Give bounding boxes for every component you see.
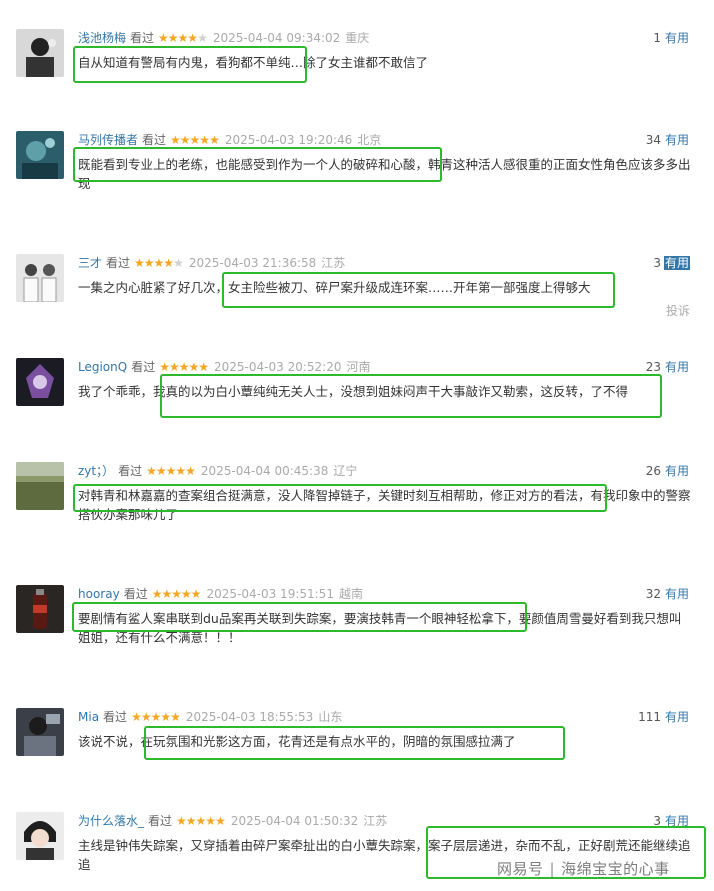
comment-time: 2025-04-03 20:52:20	[214, 360, 342, 374]
comment-location: 江苏	[363, 814, 388, 828]
watched-label: 看过	[130, 31, 155, 45]
avatar[interactable]	[16, 585, 64, 633]
rating-stars: ★★★★★	[131, 710, 181, 724]
comment-time: 2025-04-03 18:55:53	[185, 710, 314, 724]
highlight-box	[160, 374, 662, 418]
watched-label: 看过	[118, 464, 143, 478]
report-link[interactable]: 投诉	[666, 302, 690, 319]
avatar[interactable]	[16, 812, 64, 860]
highlight-box	[73, 484, 607, 512]
watermark-author: 海绵宝宝的心事	[561, 860, 670, 878]
avatar[interactable]	[16, 254, 64, 302]
comment-location: 北京	[357, 133, 382, 147]
username-link[interactable]: 为什么落水_	[78, 814, 144, 828]
rating-stars: ★★★★★	[176, 814, 226, 828]
rating-stars: ★★★★★	[170, 133, 220, 147]
username-link[interactable]: 三才	[78, 256, 102, 270]
rating-stars: ★★★★★	[146, 464, 196, 478]
avatar[interactable]	[16, 29, 64, 77]
watched-label: 看过	[131, 360, 156, 374]
useful-count: 26	[645, 464, 661, 478]
avatar[interactable]	[16, 462, 64, 510]
useful-count: 3	[653, 256, 661, 270]
username-link[interactable]: zyt；）	[78, 464, 114, 478]
highlight-box	[72, 602, 527, 632]
useful-button[interactable]: 有用	[664, 587, 690, 601]
watermark: 网易号 | 海绵宝宝的心事	[497, 858, 670, 879]
useful-vote[interactable]: 26 有用	[646, 462, 690, 480]
comment-location: 辽宁	[333, 464, 358, 478]
useful-button[interactable]: 有用	[664, 464, 690, 478]
avatar[interactable]	[16, 708, 64, 756]
comment-location: 重庆	[345, 31, 370, 45]
useful-button[interactable]: 有用	[664, 31, 690, 45]
useful-vote[interactable]: 32 有用	[646, 585, 690, 603]
rating-stars: ★★★★★	[158, 31, 208, 45]
comment-location: 山东	[318, 710, 343, 724]
useful-count: 34	[645, 133, 661, 147]
watermark-separator: |	[549, 860, 556, 878]
useful-vote[interactable]: 34 有用	[646, 131, 690, 149]
useful-button[interactable]: 有用	[664, 133, 690, 147]
watched-label: 看过	[123, 587, 148, 601]
rating-stars: ★★★★★	[159, 360, 209, 374]
username-link[interactable]: hooray	[78, 587, 120, 601]
useful-count: 32	[645, 587, 661, 601]
comment-location: 江苏	[321, 256, 346, 270]
comment-time: 2025-04-03 21:36:58	[188, 256, 317, 270]
highlight-box	[73, 46, 307, 83]
useful-vote[interactable]: 1 有用	[653, 29, 690, 47]
watched-label: 看过	[103, 710, 128, 724]
watched-label: 看过	[142, 133, 167, 147]
avatar[interactable]	[16, 131, 64, 179]
username-link[interactable]: 浅池杨梅	[78, 31, 126, 45]
highlight-box	[144, 726, 565, 760]
rating-stars: ★★★★★	[151, 587, 202, 601]
comment-location: 越南	[338, 587, 363, 601]
comment-time: 2025-04-03 19:51:51	[206, 587, 334, 601]
useful-vote[interactable]: 3 有用	[653, 254, 690, 272]
useful-button[interactable]: 有用	[664, 710, 690, 724]
useful-count: 23	[645, 360, 661, 374]
highlight-box	[73, 147, 442, 182]
highlight-box	[222, 272, 615, 308]
comment-time: 2025-04-03 19:20:46	[224, 133, 353, 147]
comment-time: 2025-04-04 00:45:38	[200, 464, 329, 478]
comment-time: 2025-04-04 01:50:32	[230, 814, 359, 828]
useful-button[interactable]: 有用	[663, 256, 690, 270]
watched-label: 看过	[106, 256, 131, 270]
useful-button[interactable]: 有用	[664, 360, 690, 374]
comment-time: 2025-04-04 09:34:02	[212, 31, 341, 45]
useful-count: 111	[638, 710, 661, 724]
username-link[interactable]: 马列传播者	[78, 133, 138, 147]
useful-count: 1	[653, 31, 661, 45]
username-link[interactable]: Mia	[78, 710, 99, 724]
comment-location: 河南	[346, 360, 371, 374]
useful-vote[interactable]: 111 有用	[638, 708, 690, 726]
username-link[interactable]: LegionQ	[78, 360, 127, 374]
avatar[interactable]	[16, 358, 64, 406]
watermark-platform: 网易号	[497, 860, 544, 878]
rating-stars: ★★★★★	[134, 256, 184, 270]
watched-label: 看过	[148, 814, 173, 828]
